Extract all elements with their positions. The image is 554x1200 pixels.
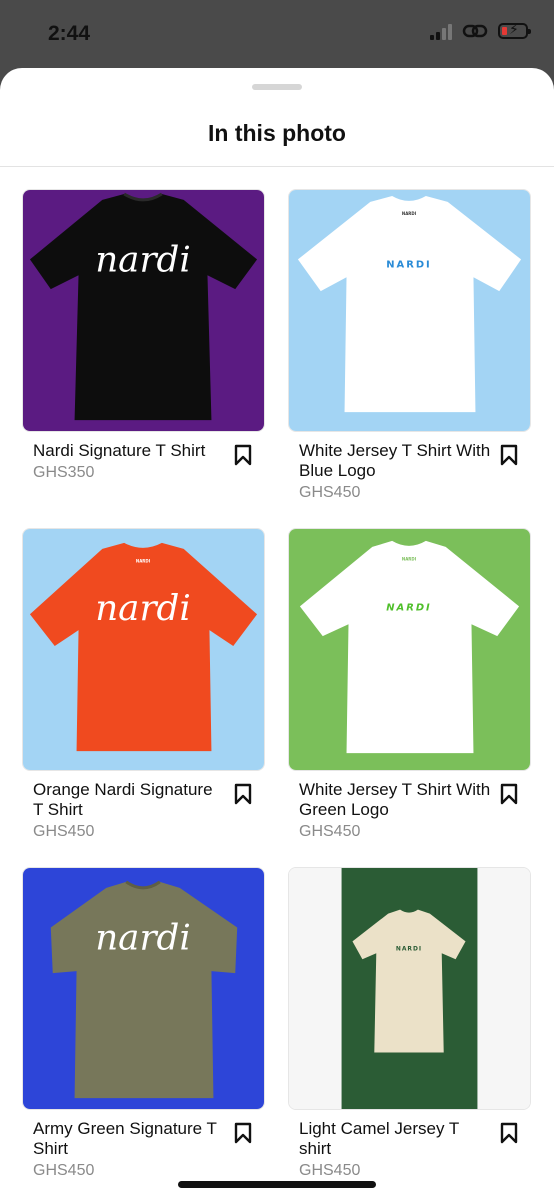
bookmark-icon[interactable] <box>233 1122 253 1144</box>
bookmark-icon[interactable] <box>499 444 519 466</box>
svg-text:NARDI: NARDI <box>402 557 417 562</box>
product-price: GHS450 <box>299 823 361 840</box>
svg-text:NARDI: NARDI <box>386 602 431 613</box>
product-price: GHS450 <box>33 1162 95 1179</box>
product-title[interactable]: Nardi Signature T Shirt <box>33 441 225 461</box>
product-image[interactable]: NARDI NARDI <box>288 528 531 771</box>
product-price: GHS450 <box>299 1162 361 1179</box>
product-card[interactable]: NARDI nardi Orange Nardi Signature T Shi… <box>22 528 265 843</box>
status-bar: 2:44 ⚡ <box>0 0 554 68</box>
bookmark-icon[interactable] <box>499 783 519 805</box>
bookmark-icon[interactable] <box>233 783 253 805</box>
product-price: GHS350 <box>33 464 95 481</box>
svg-text:NARDI: NARDI <box>402 211 417 216</box>
product-image[interactable]: nardi <box>22 189 265 432</box>
battery-icon: ⚡ <box>498 21 531 39</box>
status-icons: ⚡ <box>430 21 531 40</box>
product-title[interactable]: Light Camel Jersey T shirt <box>299 1119 491 1159</box>
product-title[interactable]: Army Green Signature T Shirt <box>33 1119 225 1159</box>
divider <box>0 166 554 167</box>
product-card[interactable]: NARDI NARDI White Jersey T Shirt With Gr… <box>288 528 531 843</box>
bottom-sheet: In this photo nardi Nardi Signature T Sh… <box>0 68 554 1200</box>
product-price: GHS450 <box>33 823 95 840</box>
status-time: 2:44 <box>48 22 91 45</box>
product-card[interactable]: nardi Nardi Signature T Shirt GHS350 <box>22 189 265 484</box>
product-image[interactable]: NARDI <box>288 867 531 1110</box>
product-image[interactable]: nardi <box>22 867 265 1110</box>
sheet-title: In this photo <box>208 120 346 146</box>
svg-text:nardi: nardi <box>95 917 191 958</box>
sheet-grabber[interactable] <box>252 84 302 90</box>
product-image[interactable]: NARDI NARDI <box>288 189 531 432</box>
home-indicator[interactable] <box>178 1181 376 1188</box>
svg-text:nardi: nardi <box>95 239 191 280</box>
product-title[interactable]: White Jersey T Shirt With Green Logo <box>299 780 491 820</box>
signal-icon <box>430 22 452 40</box>
bookmark-icon[interactable] <box>233 444 253 466</box>
product-card[interactable]: nardi Army Green Signature T Shirt GHS45… <box>22 867 265 1182</box>
product-card[interactable]: NARDI Light Camel Jersey T shirt GHS450 <box>288 867 531 1182</box>
svg-text:NARDI: NARDI <box>386 259 431 270</box>
bookmark-icon[interactable] <box>499 1122 519 1144</box>
svg-text:NARDI: NARDI <box>136 559 151 564</box>
product-title[interactable]: White Jersey T Shirt With Blue Logo <box>299 441 491 481</box>
product-card[interactable]: NARDI NARDI White Jersey T Shirt With Bl… <box>288 189 531 504</box>
svg-text:NARDI: NARDI <box>396 945 422 952</box>
product-image[interactable]: NARDI nardi <box>22 528 265 771</box>
link-icon <box>462 24 488 38</box>
svg-text:nardi: nardi <box>95 588 191 629</box>
product-price: GHS450 <box>299 484 361 501</box>
product-title[interactable]: Orange Nardi Signature T Shirt <box>33 780 225 820</box>
